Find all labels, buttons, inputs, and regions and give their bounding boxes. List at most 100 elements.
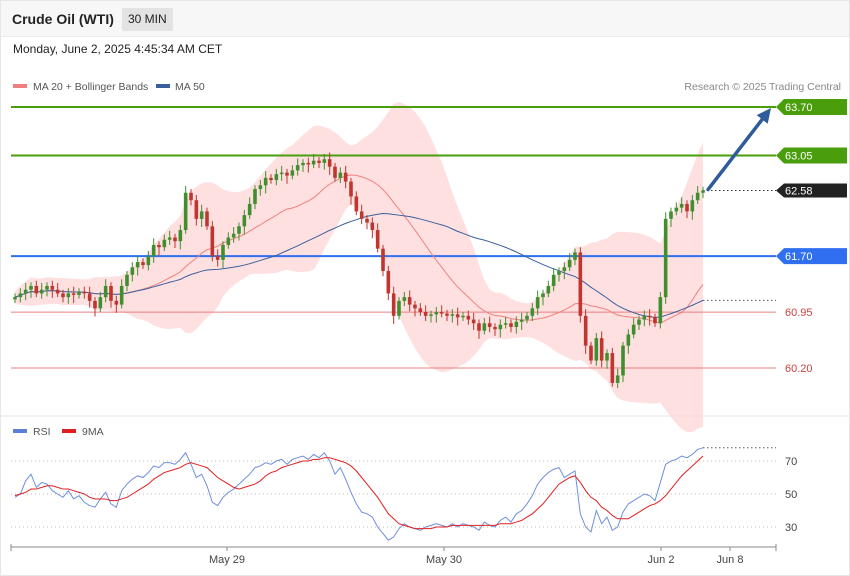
candle-body	[322, 159, 327, 163]
candle-body	[55, 289, 60, 294]
candle-body	[429, 314, 433, 316]
candle-body	[205, 211, 209, 227]
candle-body	[39, 289, 44, 294]
candle-body	[535, 297, 540, 309]
candle-body	[18, 293, 23, 298]
candle-body	[295, 165, 300, 171]
candle-body	[503, 323, 508, 325]
candle-body	[669, 211, 673, 219]
candle-body	[199, 211, 204, 219]
candle-body	[61, 293, 65, 298]
candle-body	[455, 314, 460, 318]
candle-body	[327, 159, 332, 167]
legend-ma20: MA 20 + Bollinger Bands	[33, 81, 148, 93]
candle-body	[397, 300, 401, 316]
candle-body	[605, 353, 609, 361]
candle-body	[541, 293, 545, 298]
candle-body	[679, 203, 684, 208]
candle-body	[151, 244, 156, 257]
candle-body	[215, 256, 220, 260]
candle-body	[461, 315, 465, 318]
candle-body	[141, 262, 145, 266]
level-label-resistance: 63.05	[785, 150, 813, 162]
candle-body	[525, 315, 529, 320]
candle-body	[647, 315, 652, 318]
candle-body	[194, 200, 199, 219]
candle-body	[583, 315, 588, 346]
candle-body	[109, 285, 113, 301]
candle-body	[370, 222, 375, 231]
candle-body	[498, 324, 503, 330]
candle-body	[685, 203, 689, 212]
legend-9ma: 9MA	[82, 426, 104, 438]
price-chart[interactable]: MA 20 + Bollinger Bands MA 50 Research ©…	[0, 0, 850, 576]
candle-body	[423, 312, 428, 316]
candle-body	[93, 300, 97, 309]
rsi-panel: 70 50 30	[11, 447, 797, 541]
candle-body	[258, 185, 263, 190]
candle-body	[589, 345, 593, 361]
candle-body	[471, 319, 476, 324]
candle-body	[167, 237, 172, 240]
candle-body	[573, 252, 577, 260]
candle-body	[690, 200, 695, 212]
candle-body	[562, 267, 567, 272]
candle-body	[663, 218, 668, 298]
candle-body	[631, 324, 636, 335]
candle-body	[594, 338, 599, 361]
x-tick-label: May 30	[426, 554, 462, 566]
candle-body	[621, 345, 625, 376]
candle-body	[695, 192, 700, 201]
candle-body	[413, 304, 417, 309]
candle-body	[114, 300, 119, 305]
candle-body	[125, 274, 129, 286]
candle-body	[615, 375, 620, 383]
candle-body	[135, 262, 140, 268]
candle-body	[375, 230, 380, 249]
candle-body	[402, 297, 407, 301]
candle-body	[557, 271, 561, 275]
candle-body	[23, 289, 28, 294]
candle-body	[445, 313, 449, 316]
candle-body	[45, 285, 49, 290]
legend-ma50: MA 50	[175, 81, 205, 93]
legend-rsi: RSI	[33, 426, 51, 438]
candle-body	[418, 308, 423, 313]
candle-body	[269, 177, 273, 181]
candle-body	[407, 297, 412, 305]
x-tick-label: Jun 2	[648, 554, 675, 566]
candle-body	[162, 239, 167, 248]
candle-body	[477, 323, 481, 331]
candle-body	[279, 172, 284, 175]
x-tick-label: May 29	[209, 554, 245, 566]
forecast-arrow	[706, 108, 771, 192]
candle-body	[519, 319, 524, 322]
candle-body	[674, 207, 679, 212]
candle-body	[311, 160, 316, 165]
candle-body	[626, 334, 631, 346]
candle-body	[349, 181, 353, 197]
candle-body	[381, 248, 385, 272]
candle-body	[301, 162, 305, 166]
candle-body	[653, 317, 657, 324]
candle-body	[34, 285, 39, 294]
candle-body	[274, 174, 279, 181]
candle-body	[487, 323, 492, 327]
candle-body	[263, 177, 268, 186]
candle-body	[173, 237, 177, 242]
candle-body	[29, 285, 33, 290]
bollinger-bands	[15, 102, 703, 433]
candle-body	[658, 297, 663, 324]
legend-swatch-ma20	[13, 84, 27, 88]
candle-body	[119, 285, 124, 305]
bollinger-band-area	[15, 102, 703, 433]
legend-swatch-rsi	[13, 429, 27, 433]
candle-body	[546, 285, 551, 294]
credit: Research © 2025 Trading Central	[684, 81, 841, 93]
x-tick-label: Jun 8	[717, 554, 744, 566]
candle-body	[130, 267, 135, 275]
candle-body	[439, 312, 444, 314]
candle-body	[226, 237, 231, 245]
candle-body	[482, 323, 487, 331]
level-label-last: 62.58	[785, 186, 813, 198]
